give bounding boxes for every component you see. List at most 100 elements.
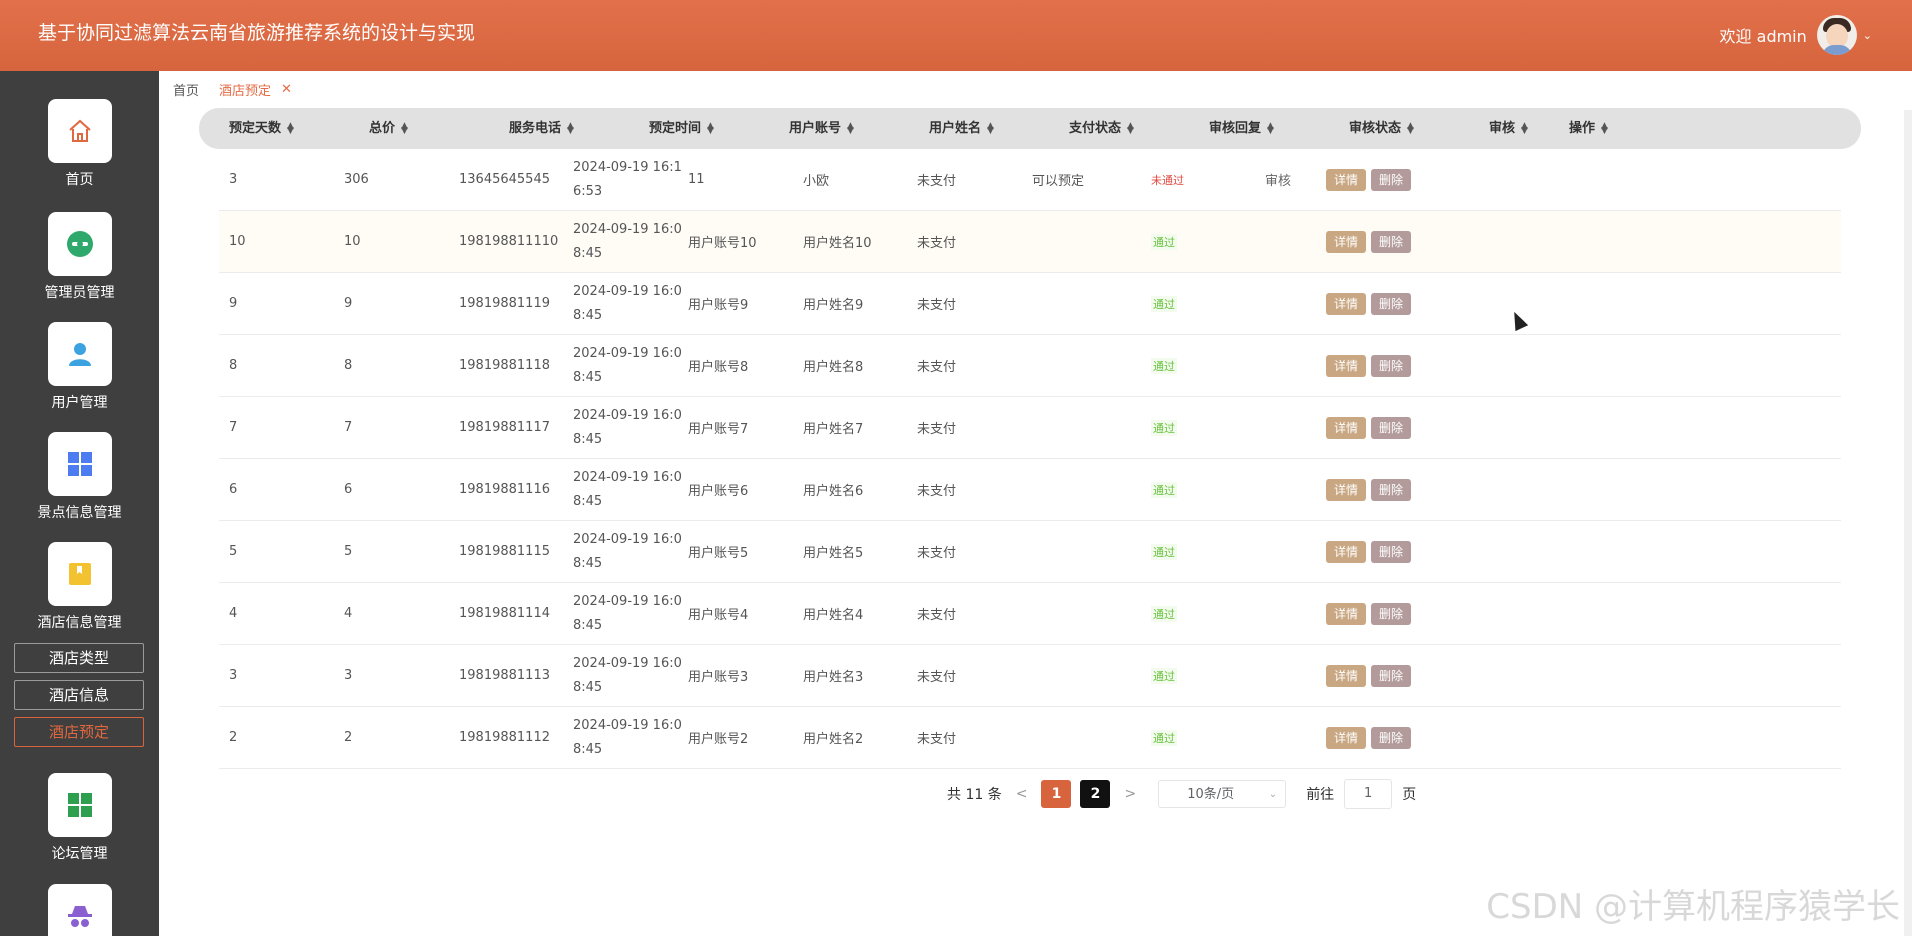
cell-pay: 未支付	[917, 422, 957, 437]
detail-button[interactable]: 详情	[1326, 664, 1367, 687]
table-row: 8 8 19819881118 2024-09-19 16:08:45 用户账号8 用户姓…	[219, 335, 1841, 397]
column-header[interactable]: 支付状态 ▲ ▼	[1069, 108, 1134, 149]
tag-home[interactable]: 首页	[173, 80, 199, 99]
column-header[interactable]: 预定时间 ▲ ▼	[649, 108, 714, 149]
audit-link[interactable]: 审核	[1265, 149, 1291, 210]
welcome-text: 欢迎 admin	[1719, 27, 1807, 46]
user-menu[interactable]: 欢迎 admin ⌄	[1720, 14, 1872, 56]
column-header[interactable]: 用户姓名 ▲ ▼	[929, 108, 994, 149]
status-badge: 通过	[1151, 543, 1177, 560]
cell-account: 用户账号3	[688, 670, 749, 685]
tag-hotel-booking[interactable]: 酒店预定	[219, 80, 271, 99]
cell-time: 2024-09-19 16:08:45	[573, 531, 682, 571]
row-actions: 详情 删除	[1326, 149, 1412, 210]
booking-table: 预定天数 ▲ ▼ 总价 ▲ ▼ 服务电话 ▲ ▼ 预定时间 ▲ ▼ 用户账号 ▲ ▼ 用户姓名 ▲ ▼ …	[199, 108, 1861, 769]
grid-icon	[67, 452, 92, 476]
cell-pay: 未支付	[917, 670, 957, 685]
status-badge: 通过	[1151, 729, 1177, 746]
sidebar-item-hotel[interactable]: 酒店信息管理	[0, 542, 159, 632]
scrollbar[interactable]	[1904, 110, 1912, 936]
sidebar-item-admin[interactable]: 管理员管理	[0, 212, 159, 302]
sidebar-item-more[interactable]	[0, 884, 159, 936]
cell-name: 用户姓名8	[803, 360, 864, 375]
goto-page-input[interactable]: 1	[1344, 779, 1393, 809]
admin-icon	[66, 231, 93, 257]
page-suffix: 页	[1402, 787, 1417, 803]
cell-price: 4	[344, 606, 353, 621]
column-header[interactable]: 审核 ▲ ▼	[1489, 108, 1528, 149]
detail-button[interactable]: 详情	[1326, 292, 1367, 315]
main-content: 首页 酒店预定 ✕ 预定天数 ▲ ▼ 总价 ▲ ▼ 服务电话 ▲ ▼ 预定时间 ▲ ▼ 用户账号…	[159, 71, 1912, 936]
detail-button[interactable]: 详情	[1326, 478, 1367, 501]
sidebar-item-label: 管理员管理	[44, 285, 115, 301]
detail-button[interactable]: 详情	[1326, 168, 1367, 191]
pagination: 共 11 条 < 1 2 > 10条/页 ⌄ 前往 1 页	[947, 779, 1416, 809]
sidebar-item-label: 论坛管理	[51, 846, 108, 862]
page-2-button[interactable]: 2	[1080, 780, 1111, 808]
prev-page-button[interactable]: <	[1016, 786, 1028, 802]
next-page-button[interactable]: >	[1124, 786, 1136, 802]
table-row: 7 7 19819881117 2024-09-19 16:08:45 用户账号7 用户姓…	[219, 397, 1841, 459]
delete-button[interactable]: 删除	[1371, 602, 1412, 625]
sidebar-item-scenic[interactable]: 景点信息管理	[0, 432, 159, 522]
cell-phone: 19819881117	[459, 420, 550, 435]
sidebar-item-forum[interactable]: 论坛管理	[0, 773, 159, 863]
detail-button[interactable]: 详情	[1326, 354, 1367, 377]
delete-button[interactable]: 删除	[1371, 664, 1412, 687]
sidebar-item-users[interactable]: 用户管理	[0, 322, 159, 412]
cell-account: 用户账号8	[688, 360, 749, 375]
sort-icon: ▲ ▼	[1521, 120, 1528, 136]
avatar[interactable]	[1816, 15, 1857, 55]
row-actions: 详情 删除	[1326, 211, 1412, 272]
detail-button[interactable]: 详情	[1326, 540, 1367, 563]
cell-time: 2024-09-19 16:08:45	[573, 469, 682, 509]
status-badge: 通过	[1151, 667, 1177, 684]
column-header[interactable]: 预定天数 ▲ ▼	[229, 108, 294, 149]
detail-button[interactable]: 详情	[1326, 602, 1367, 625]
delete-button[interactable]: 删除	[1371, 726, 1412, 749]
page-size-select[interactable]: 10条/页 ⌄	[1158, 780, 1287, 808]
detail-button[interactable]: 详情	[1326, 726, 1367, 749]
page-1-button[interactable]: 1	[1041, 780, 1072, 808]
detail-button[interactable]: 详情	[1326, 416, 1367, 439]
sort-icon: ▲ ▼	[567, 120, 574, 136]
cell-time: 2024-09-19 16:16:53	[573, 159, 682, 199]
delete-button[interactable]: 删除	[1371, 540, 1412, 563]
column-header[interactable]: 审核状态 ▲ ▼	[1349, 108, 1414, 149]
chevron-down-icon[interactable]: ⌄	[1863, 29, 1872, 42]
column-header[interactable]: 总价 ▲ ▼	[369, 108, 408, 149]
delete-button[interactable]: 删除	[1371, 168, 1412, 191]
cell-time: 2024-09-19 16:08:45	[573, 407, 682, 447]
sidebar-subitem-hotel-booking[interactable]: 酒店预定	[14, 717, 144, 747]
cell-name: 用户姓名3	[803, 670, 864, 685]
delete-button[interactable]: 删除	[1371, 230, 1412, 253]
cell-phone: 19819881118	[459, 358, 550, 373]
delete-button[interactable]: 删除	[1371, 292, 1412, 315]
delete-button[interactable]: 删除	[1371, 478, 1412, 501]
sidebar-item-home[interactable]: 首页	[0, 99, 159, 189]
delete-button[interactable]: 删除	[1371, 354, 1412, 377]
column-header[interactable]: 用户账号 ▲ ▼	[789, 108, 854, 149]
cell-account: 用户账号9	[688, 298, 749, 313]
cell-days: 9	[229, 296, 238, 311]
close-icon[interactable]: ✕	[281, 82, 292, 97]
delete-button[interactable]: 删除	[1371, 416, 1412, 439]
top-header: 基于协同过滤算法云南省旅游推荐系统的设计与实现 欢迎 admin ⌄	[0, 0, 1912, 71]
sort-icon: ▲ ▼	[1407, 120, 1414, 136]
sidebar-subitem-hotel-info[interactable]: 酒店信息	[14, 680, 144, 710]
column-header[interactable]: 操作 ▲ ▼	[1569, 108, 1608, 149]
cell-time: 2024-09-19 16:08:45	[573, 283, 682, 323]
cell-account: 用户账号6	[688, 484, 749, 499]
sidebar-subitem-hotel-type[interactable]: 酒店类型	[14, 643, 144, 673]
column-header[interactable]: 服务电话 ▲ ▼	[509, 108, 574, 149]
tag-bar: 首页 酒店预定 ✕	[173, 80, 292, 99]
cell-phone: 19819881113	[459, 668, 550, 683]
cell-name: 用户姓名5	[803, 546, 864, 561]
column-header[interactable]: 审核回复 ▲ ▼	[1209, 108, 1274, 149]
cell-phone: 19819881116	[459, 482, 550, 497]
cell-days: 3	[229, 172, 238, 187]
row-actions: 详情 删除	[1326, 583, 1412, 644]
sort-icon: ▲ ▼	[1267, 120, 1274, 136]
detail-button[interactable]: 详情	[1326, 230, 1367, 253]
cell-name: 用户姓名7	[803, 422, 864, 437]
